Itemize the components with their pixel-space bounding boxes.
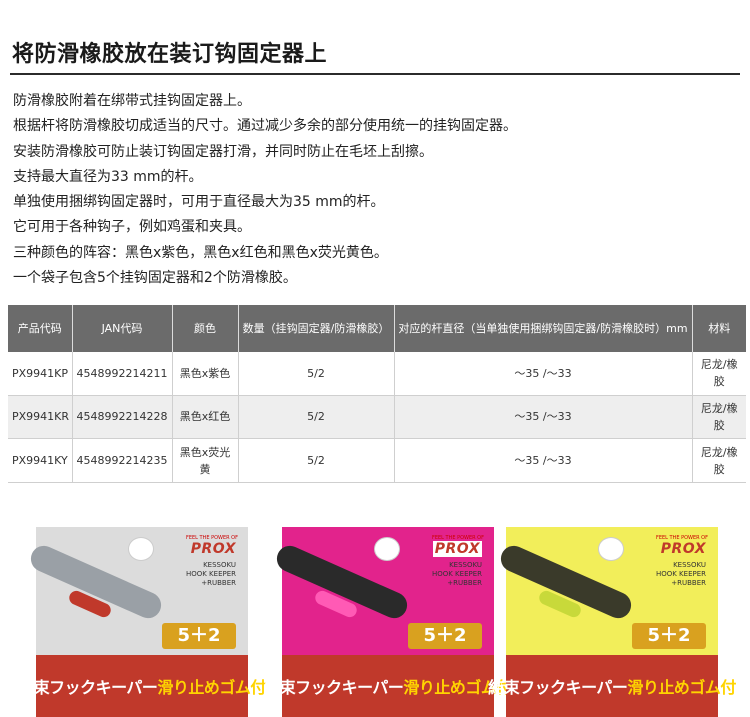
table-row: PX9941KP 4548992214211 黑色x紫色 5/2 ～35 /～3… — [8, 352, 746, 396]
product-photos: FEEL THE POWER OF PROX KESSOKU HOOK KEEP… — [0, 500, 750, 717]
brand-logo: PROX — [190, 541, 236, 557]
description-line: 它可用于各种钩子，例如鸡蛋和夹具。 — [13, 219, 251, 236]
count-badge: 5＋2 — [162, 623, 236, 649]
product-subtitle: KESSOKU HOOK KEEPER +RUBBER — [655, 561, 706, 587]
cell-product-code: PX9941KR — [8, 395, 73, 439]
package-photo-yellow: FEEL THE POWER OF PROX KESSOKU HOOK KEEP… — [488, 527, 736, 717]
header-quantity: 数量（挂钩固定器/防滑橡胶） — [238, 305, 395, 352]
package-photo-red: FEEL THE POWER OF PROX KESSOKU HOOK KEEP… — [264, 527, 512, 717]
package-label: 結束フックキーパー 滑り止めゴム付 — [264, 655, 512, 717]
spec-table: 产品代码 JAN代码 颜色 数量（挂钩固定器/防滑橡胶） 对应的杆直径（当单独使… — [8, 305, 746, 483]
header-color: 颜色 — [172, 305, 239, 352]
description-line: 根据杆将防滑橡胶切成适当的尺寸。通过减少多余的部分使用统一的挂钩固定器。 — [13, 118, 517, 135]
cell-rod-diameter: ～35 /～33 — [394, 352, 693, 396]
title-bar: 将防滑橡胶放在装订钩固定器上 — [0, 0, 750, 80]
title-divider — [10, 73, 740, 75]
cell-color: 黑色x红色 — [172, 395, 239, 439]
description-line: 防滑橡胶附着在绑带式挂钩固定器上。 — [13, 93, 251, 109]
package-photo-purple: FEEL THE POWER OF PROX KESSOKU HOOK KEEP… — [18, 527, 266, 717]
table-row: PX9941KY 4548992214235 黑色x荧光黄 5/2 ～35 /～… — [8, 438, 746, 483]
page-title: 将防滑橡胶放在装订钩固定器上 — [12, 42, 328, 67]
description-line: 安装防滑橡胶可防止装订钩固定器打滑，并同时防止在毛坯上刮擦。 — [13, 143, 433, 160]
header-rod-diameter: 对应的杆直径（当单独使用捆绑钩固定器/防滑橡胶时）mm — [394, 305, 693, 352]
hang-hole — [598, 537, 624, 561]
table-header-row: 产品代码 JAN代码 颜色 数量（挂钩固定器/防滑橡胶） 对应的杆直径（当单独使… — [8, 305, 746, 352]
cell-quantity: 5/2 — [238, 395, 395, 439]
cell-material: 尼龙/橡胶 — [692, 352, 746, 396]
count-badge: 5＋2 — [632, 623, 706, 649]
cell-material: 尼龙/橡胶 — [692, 438, 746, 483]
cell-material: 尼龙/橡胶 — [692, 395, 746, 439]
package-label: 結束フックキーパー 滑り止めゴム付 — [488, 655, 736, 717]
count-badge: 5＋2 — [408, 623, 482, 649]
label-main-text: 結束フックキーパー — [264, 678, 404, 697]
header-material: 材料 — [692, 305, 746, 352]
description-line: 一个袋子包含5个挂钩固定器和2个防滑橡胶。 — [13, 270, 297, 287]
product-subtitle: KESSOKU HOOK KEEPER +RUBBER — [431, 561, 482, 587]
cell-color: 黑色x荧光黄 — [172, 438, 239, 483]
cell-jan-code: 4548992214235 — [72, 438, 173, 483]
table-row: PX9941KR 4548992214228 黑色x红色 5/2 ～35 /～3… — [8, 395, 746, 439]
cell-rod-diameter: ～35 /～33 — [394, 438, 693, 483]
brand-logo: PROX — [660, 541, 706, 557]
header-product-code: 产品代码 — [8, 305, 73, 352]
cell-jan-code: 4548992214211 — [72, 352, 173, 396]
hang-hole — [374, 537, 400, 561]
cell-quantity: 5/2 — [238, 352, 395, 396]
brand-logo: PROX — [432, 541, 482, 557]
cell-product-code: PX9941KP — [8, 352, 73, 396]
cell-product-code: PX9941KY — [8, 438, 73, 483]
header-jan-code: JAN代码 — [72, 305, 173, 352]
label-highlight-text: 滑り止めゴム付 — [627, 678, 736, 697]
cell-quantity: 5/2 — [238, 438, 395, 483]
description-line: 单独使用捆绑钩固定器时，可用于直径最大为35 mm的杆。 — [13, 194, 385, 211]
cell-rod-diameter: ～35 /～33 — [394, 395, 693, 439]
description-line: 三种颜色的阵容：黑色x紫色，黑色x红色和黑色x荧光黄色。 — [13, 244, 388, 261]
package-label: 結束フックキーパー 滑り止めゴム付 — [18, 655, 266, 717]
description-line: 支持最大直径为33 mm的杆。 — [13, 168, 203, 185]
label-main-text: 結束フックキーパー — [488, 678, 628, 697]
label-main-text: 結束フックキーパー — [18, 678, 158, 697]
hang-hole — [128, 537, 154, 561]
description-block: 防滑橡胶附着在绑带式挂钩固定器上。 根据杆将防滑橡胶切成适当的尺寸。通过减少多余… — [13, 89, 738, 291]
label-highlight-text: 滑り止めゴム付 — [157, 678, 266, 697]
cell-jan-code: 4548992214228 — [72, 395, 173, 439]
product-subtitle: KESSOKU HOOK KEEPER +RUBBER — [185, 561, 236, 587]
cell-color: 黑色x紫色 — [172, 352, 239, 396]
